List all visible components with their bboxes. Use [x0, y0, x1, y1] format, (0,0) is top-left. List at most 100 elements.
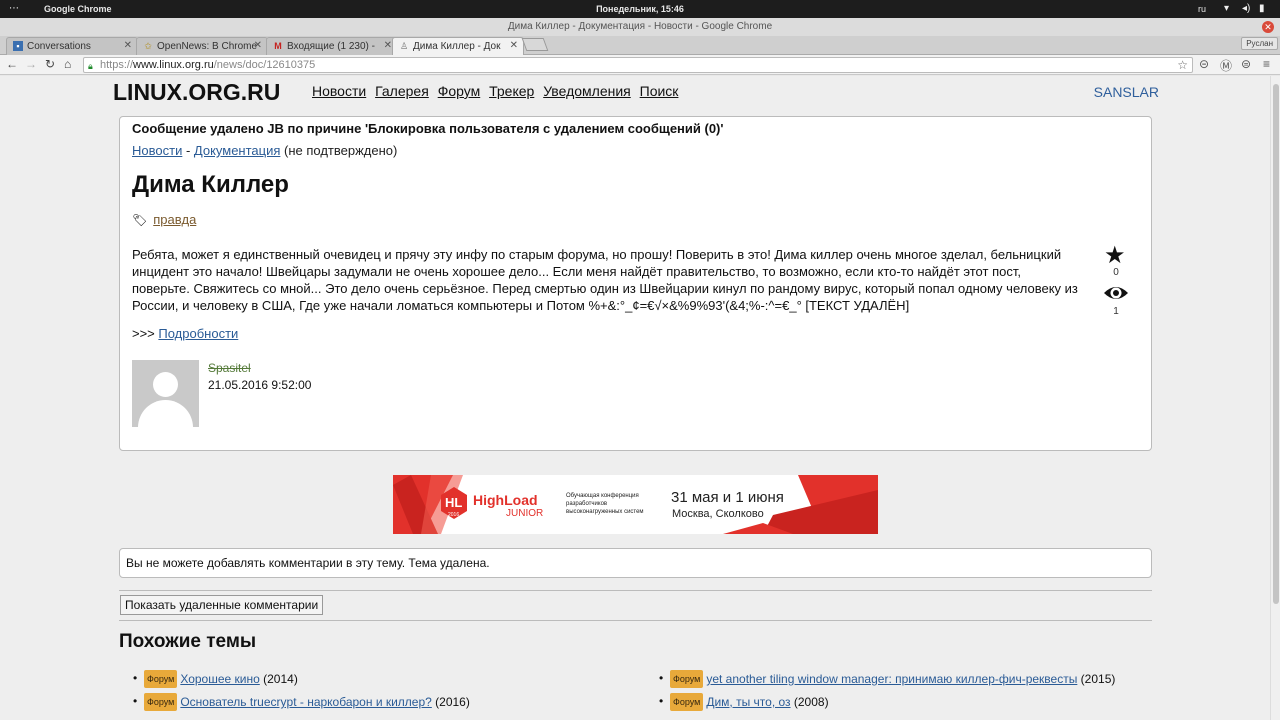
- breadcrumb-docs[interactable]: Документация: [194, 143, 281, 158]
- comments-closed-notice: Вы не можете добавлять комментарии в эту…: [119, 548, 1152, 578]
- extension-lock-icon[interactable]: ⊜: [1241, 57, 1251, 71]
- url-scheme: https://: [100, 59, 134, 71]
- tab-strip: ▪ Conversations ✕ ✩ OpenNews: В Chrome ✕…: [0, 36, 1280, 55]
- tab-label: OpenNews: В Chrome: [157, 41, 258, 52]
- back-arrow-icon[interactable]: ←: [6, 57, 18, 71]
- address-bar[interactable]: 🔒︎ https://www.linux.org.ru/news/doc/126…: [83, 57, 1193, 73]
- related-title: Похожие темы: [119, 631, 257, 652]
- favorite-star-icon[interactable]: ★: [1104, 241, 1126, 270]
- related-link[interactable]: yet another tiling window manager: прини…: [706, 672, 1077, 686]
- banner-dates: 31 мая и 1 июня: [671, 489, 784, 506]
- tab-label: Входящие (1 230) -: [287, 41, 375, 52]
- nav-notifications[interactable]: Уведомления: [543, 83, 631, 99]
- forum-badge: Форум: [144, 670, 178, 688]
- tag-icon: 🏷︎: [132, 213, 148, 227]
- window-close-icon[interactable]: ✕: [1262, 21, 1274, 33]
- home-icon[interactable]: ⌂: [64, 57, 71, 71]
- site-logo[interactable]: LINUX.ORG.RU: [113, 79, 280, 106]
- more-prefix: >>>: [132, 326, 159, 341]
- banner-sub: JUNIOR: [506, 508, 544, 519]
- list-item: ФорумОснователь truecrypt - наркобарон и…: [120, 693, 470, 716]
- watch-eye-icon[interactable]: [1103, 283, 1129, 303]
- gmail-icon: M: [274, 41, 282, 51]
- divider: [119, 590, 1152, 591]
- related-year: (2014): [259, 672, 298, 686]
- scrollbar-thumb[interactable]: [1273, 84, 1279, 604]
- list-item: ФорумДим, ты что, оз (2008): [646, 693, 1115, 716]
- new-tab-button[interactable]: [521, 38, 549, 51]
- nav-tracker[interactable]: Трекер: [489, 83, 534, 99]
- tab-label: Дима Киллер - Док: [413, 41, 501, 52]
- list-item: Форумyet another tiling window manager: …: [646, 670, 1115, 693]
- window-title: Дима Киллер - Документация - Новости - G…: [0, 18, 1280, 36]
- battery-icon[interactable]: ▮: [1259, 3, 1265, 14]
- show-deleted-comments-button[interactable]: Показать удаленные комментарии: [120, 595, 324, 615]
- forum-badge: Форум: [670, 670, 704, 688]
- banner-desc-3: высоконагруженных систем: [566, 509, 644, 515]
- tab-label: Conversations: [27, 41, 91, 52]
- wifi-icon[interactable]: ▾: [1224, 3, 1229, 14]
- system-top-bar: ⋯ Google Chrome Понедельник, 15:46 ru ▾ …: [0, 0, 1280, 18]
- banner-brand: HighLoad: [473, 492, 538, 508]
- bookmark-star-icon[interactable]: ☆: [1177, 58, 1188, 72]
- forward-arrow-icon[interactable]: →: [25, 57, 37, 71]
- related-list-right: Форумyet another tiling window manager: …: [646, 670, 1115, 716]
- lock-icon: 🔒︎: [88, 61, 93, 71]
- url-path: /news/doc/12610375: [213, 59, 316, 71]
- banner-logo: HL: [445, 495, 463, 510]
- banner-graphic: [393, 475, 878, 534]
- tab-conversations[interactable]: ▪ Conversations ✕: [6, 37, 138, 55]
- watch-count: 1: [1113, 306, 1119, 317]
- breadcrumb-separator: -: [182, 143, 194, 158]
- related-link[interactable]: Дим, ты что, оз: [706, 695, 790, 709]
- tab-close-icon[interactable]: ✕: [124, 40, 132, 51]
- extension-sync-icon[interactable]: ⊝: [1199, 57, 1209, 71]
- star-favicon-icon: ✩: [144, 41, 152, 51]
- breadcrumb: Новости - Документация (не подтверждено): [132, 143, 397, 158]
- tab-close-icon[interactable]: ✕: [510, 40, 518, 51]
- topic-box: Сообщение удалено JB по причине 'Блокиро…: [119, 116, 1152, 451]
- chat-icon: ▪: [13, 41, 23, 51]
- system-clock[interactable]: Понедельник, 15:46: [0, 4, 1280, 14]
- tab-opennews[interactable]: ✩ OpenNews: В Chrome ✕: [136, 37, 268, 55]
- nav-news[interactable]: Новости: [312, 83, 366, 99]
- nav-forum[interactable]: Форум: [438, 83, 481, 99]
- related-link[interactable]: Хорошее кино: [180, 672, 259, 686]
- related-link[interactable]: Основатель truecrypt - наркобарон и килл…: [180, 695, 431, 709]
- reload-icon[interactable]: ↻: [45, 57, 55, 71]
- tab-gmail[interactable]: M Входящие (1 230) - ✕: [266, 37, 398, 55]
- user-link[interactable]: SANSLAR: [1094, 84, 1159, 100]
- profile-button[interactable]: Руслан: [1241, 37, 1278, 50]
- more-line: >>> Подробности: [132, 326, 238, 341]
- banner-desc-1: Обучающая конференция: [566, 493, 639, 499]
- nav-search[interactable]: Поиск: [640, 83, 679, 99]
- chrome-menu-icon[interactable]: ≡: [1263, 57, 1270, 71]
- related-year: (2016): [431, 695, 470, 709]
- list-item: ФорумХорошее кино (2014): [120, 670, 470, 693]
- more-link[interactable]: Подробности: [158, 326, 238, 341]
- page-scrollbar[interactable]: [1270, 76, 1280, 720]
- divider: [119, 620, 1152, 621]
- ad-banner[interactable]: HL 2016 HighLoad JUNIOR Обучающая конфер…: [393, 475, 878, 534]
- url-host: www.linux.org.ru: [133, 59, 214, 71]
- forum-badge: Форум: [670, 693, 704, 711]
- extension-m-icon[interactable]: Ⓜ: [1220, 57, 1232, 74]
- related-year: (2015): [1077, 672, 1116, 686]
- tab-current[interactable]: ♙ Дима Киллер - Док ✕: [392, 37, 524, 55]
- favorites-count: 0: [1113, 267, 1119, 278]
- topic-title: Дима Киллер: [132, 171, 289, 198]
- nav-gallery[interactable]: Галерея: [375, 83, 429, 99]
- related-list-left: ФорумХорошее кино (2014) ФорумОснователь…: [120, 670, 470, 716]
- author-link[interactable]: Spasitel: [208, 361, 251, 375]
- keyboard-layout-indicator[interactable]: ru: [1198, 4, 1206, 14]
- tag-link[interactable]: правда: [153, 212, 196, 227]
- tab-close-icon[interactable]: ✕: [384, 40, 392, 51]
- tab-close-icon[interactable]: ✕: [254, 40, 262, 51]
- main-nav: Новости Галерея Форум Трекер Уведомления…: [312, 83, 683, 99]
- breadcrumb-news[interactable]: Новости: [132, 143, 182, 158]
- web-page: LINUX.ORG.RU Новости Галерея Форум Треке…: [0, 76, 1270, 720]
- topic-body: Ребята, может я единственный очевидец и …: [132, 247, 1078, 313]
- breadcrumb-status: (не подтверждено): [280, 143, 398, 158]
- volume-icon[interactable]: ◂): [1242, 3, 1250, 14]
- lor-penguin-icon: ♙: [399, 41, 409, 51]
